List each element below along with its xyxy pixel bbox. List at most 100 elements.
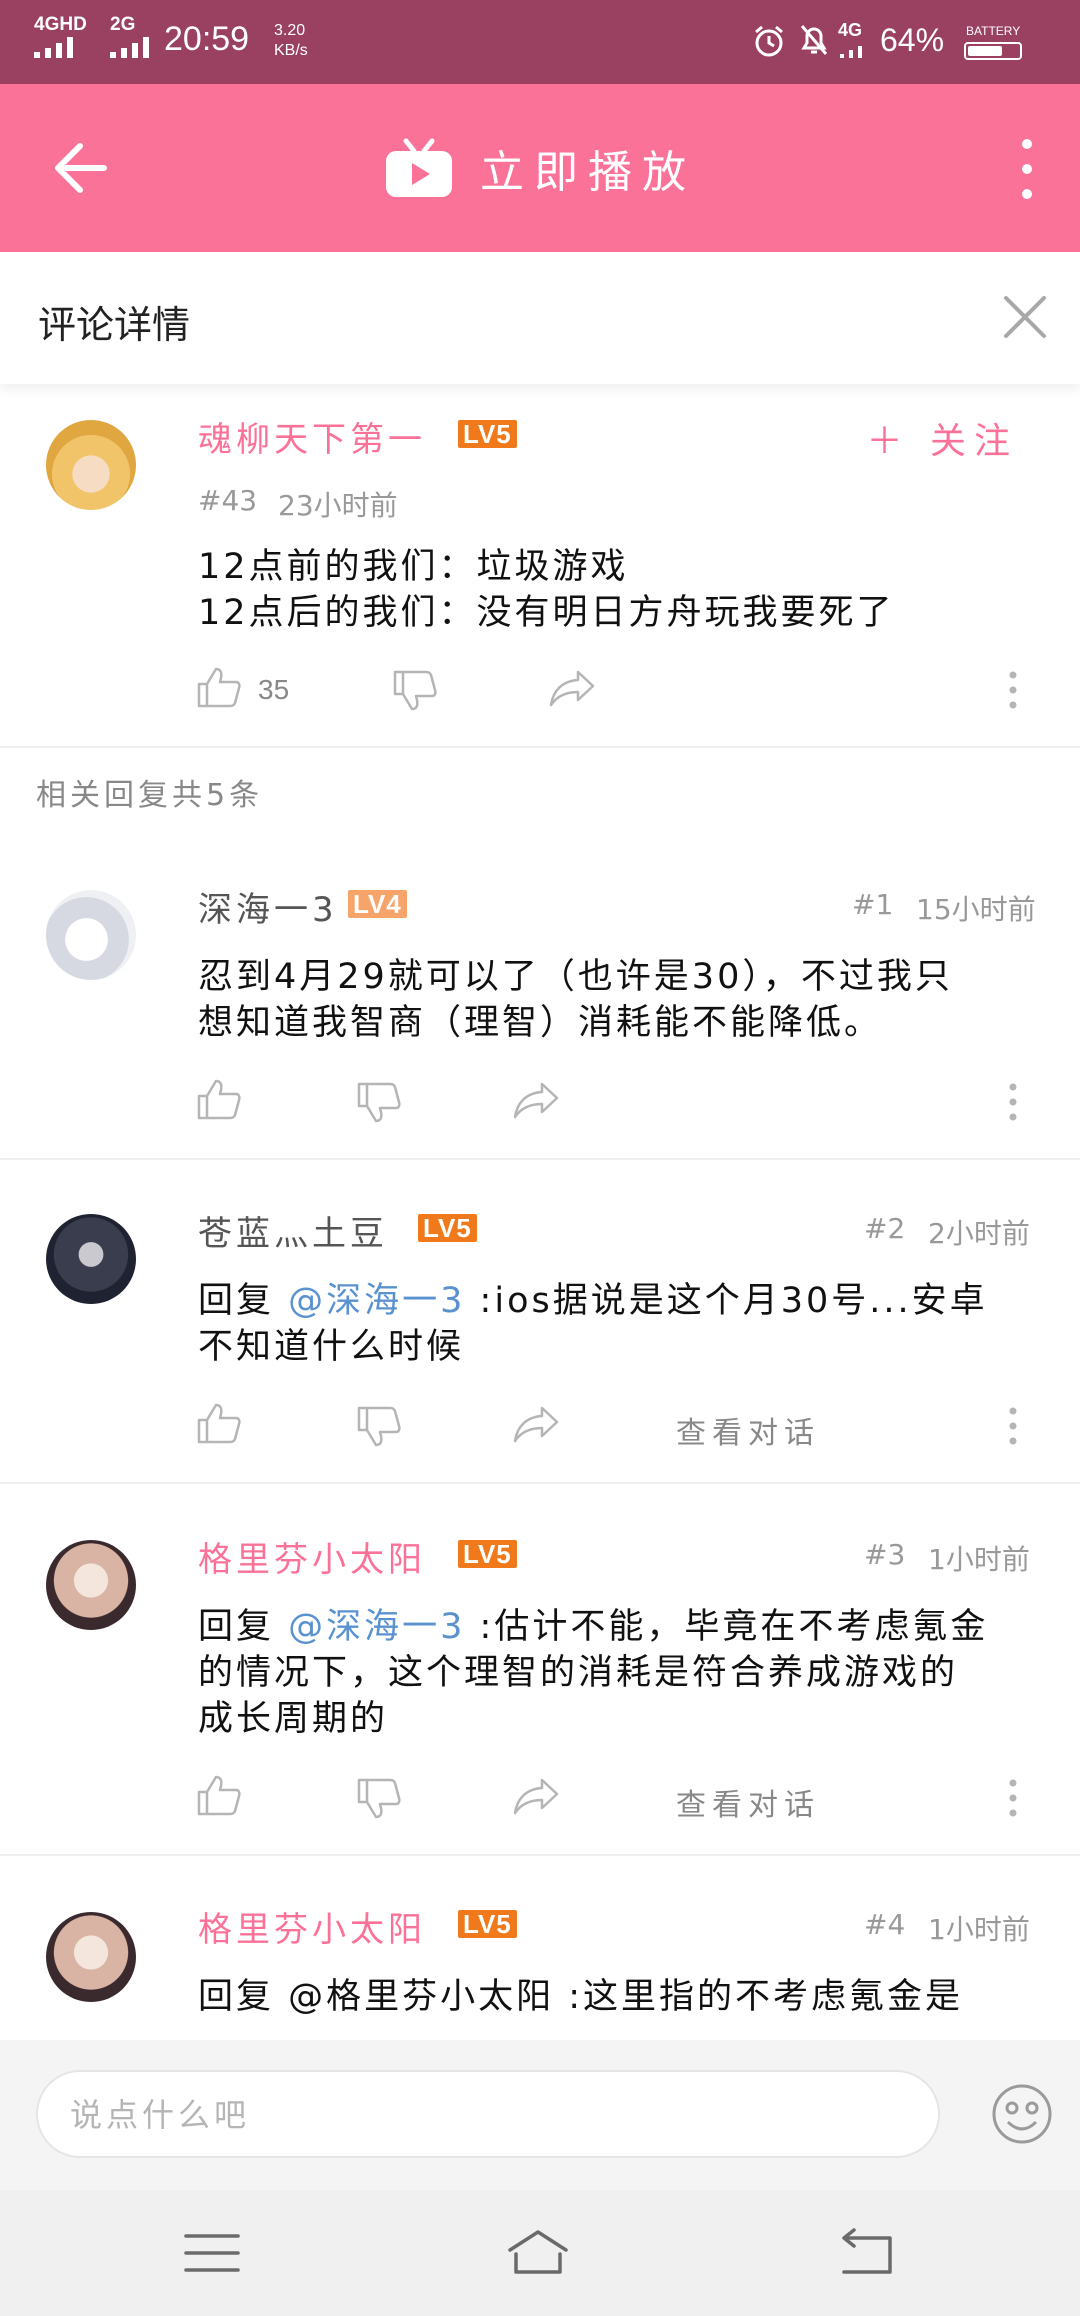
more-options-icon[interactable] <box>1008 670 1018 710</box>
comment-line: 12点后的我们：没有明日方舟玩我要死了 <box>198 593 895 633</box>
reply-line: :ios据说是这个月30号...安卓 <box>465 1281 988 1321</box>
mute-bell-icon <box>800 25 828 55</box>
clock: 20:59 <box>164 20 250 58</box>
replies-count-header: 相关回复共5条 <box>36 778 264 813</box>
section-title: 评论详情 <box>38 303 191 347</box>
reply-line: 成长周期的 <box>198 1699 389 1739</box>
comment-list[interactable]: 魂柳天下第一 LV5 ＋ 关注 #43 23小时前 12点前的我们：垃圾游戏 1… <box>0 384 1080 2040</box>
network-indicator-4g: 4GHD <box>34 14 87 35</box>
thumbs-down-icon[interactable] <box>356 1406 402 1448</box>
home-icon[interactable] <box>506 2228 570 2278</box>
reply-time: 2小时前 <box>928 1217 1030 1250</box>
reply-line: :估计不能，毕竟在不考虑氪金 <box>465 1607 989 1647</box>
share-icon[interactable] <box>512 1404 560 1444</box>
play-now-button[interactable]: 立即播放 <box>0 84 1080 252</box>
reply-line: 忍到4月29就可以了（也许是30），不过我只 <box>198 957 953 997</box>
signal-icon-2 <box>110 36 149 58</box>
view-conversation-link[interactable]: 查看对话 <box>676 1780 820 1824</box>
battery-percent: 64% <box>880 22 945 58</box>
comment-input-pill[interactable] <box>36 2070 940 2158</box>
reply-prefix: 回复 <box>198 1281 289 1321</box>
level-badge: LV5 <box>458 420 517 448</box>
thumbs-up-icon[interactable] <box>196 1402 242 1444</box>
level-badge: LV4 <box>348 890 407 918</box>
reply-line: 想知道我智商（理智）消耗能不能降低。 <box>198 1003 883 1043</box>
menu-icon[interactable] <box>180 2228 244 2278</box>
thumbs-up-icon[interactable] <box>196 1774 242 1816</box>
share-icon[interactable] <box>512 1080 560 1120</box>
net-speed-unit: KB/s <box>274 42 308 59</box>
reply-line: 的情况下，这个理智的消耗是符合养成游戏的 <box>198 1653 959 1693</box>
reply-time: 1小时前 <box>928 1913 1030 1946</box>
floor-number: #4 <box>864 1908 906 1941</box>
level-badge: LV5 <box>418 1214 477 1242</box>
floor-number: #3 <box>864 1538 906 1571</box>
system-nav-bar <box>0 2190 1080 2316</box>
close-icon[interactable] <box>1000 292 1050 342</box>
username[interactable]: 苍蓝灬土豆 <box>198 1206 388 1255</box>
reply-text: 忍到4月29就可以了（也许是30），不过我只 想知道我智商（理智）消耗能不能降低… <box>198 954 1048 1046</box>
signal-icon-3 <box>840 42 862 58</box>
divider <box>0 1854 1080 1856</box>
comment-time: 23小时前 <box>278 489 398 522</box>
thumbs-down-icon[interactable] <box>356 1082 402 1124</box>
reply-line: 回复 @格里芬小太阳 :这里指的不考虑氪金是 <box>198 1977 964 2017</box>
avatar[interactable] <box>46 1540 136 1630</box>
reply-text: 回复 @格里芬小太阳 :这里指的不考虑氪金是 <box>198 1974 1048 2020</box>
share-icon[interactable] <box>512 1776 560 1816</box>
view-conversation-link[interactable]: 查看对话 <box>676 1408 820 1452</box>
net-speed-value: 3.20 <box>274 22 306 39</box>
comment-detail-header: 评论详情 <box>0 252 1080 384</box>
share-icon[interactable] <box>548 668 596 708</box>
username[interactable]: 魂柳天下第一 <box>198 412 426 461</box>
reply-time: 15小时前 <box>916 893 1036 926</box>
level-badge: LV5 <box>458 1540 517 1568</box>
reply-prefix: 回复 <box>198 1607 289 1647</box>
reply-text: 回复 @深海一3 :ios据说是这个月30号...安卓 不知道什么时候 <box>198 1278 1048 1370</box>
reply-text: 回复 @深海一3 :估计不能，毕竟在不考虑氪金 的情况下，这个理智的消耗是符合养… <box>198 1604 1048 1742</box>
app-title: 立即播放 <box>480 147 696 198</box>
tv-logo-icon <box>386 138 452 197</box>
mention-link[interactable]: @深海一3 <box>288 1281 465 1321</box>
comment-input-bar <box>0 2040 1080 2190</box>
more-vertical-icon[interactable] <box>1012 134 1042 204</box>
avatar[interactable] <box>46 890 136 980</box>
floor-number: #43 <box>198 484 258 517</box>
avatar[interactable] <box>46 1214 136 1304</box>
username[interactable]: 深海一3 <box>198 882 338 931</box>
divider <box>0 1482 1080 1484</box>
follow-button[interactable]: ＋ 关注 <box>867 412 1018 464</box>
divider <box>0 746 1080 748</box>
comment-line: 12点前的我们：垃圾游戏 <box>198 547 629 587</box>
thumbs-down-icon[interactable] <box>392 670 438 712</box>
avatar[interactable] <box>46 420 136 510</box>
more-options-icon[interactable] <box>1008 1082 1018 1122</box>
username[interactable]: 格里芬小太阳 <box>198 1532 426 1581</box>
app-bar: 立即播放 <box>0 84 1080 252</box>
emoji-icon[interactable] <box>990 2082 1054 2146</box>
thumbs-up-icon[interactable] <box>196 1078 242 1120</box>
signal-icon-1 <box>34 36 73 58</box>
comment-text: 12点前的我们：垃圾游戏 12点后的我们：没有明日方舟玩我要死了 <box>198 544 1048 636</box>
reply-time: 1小时前 <box>928 1543 1030 1576</box>
thumbs-down-icon[interactable] <box>356 1778 402 1820</box>
comment-input[interactable] <box>68 2072 912 2158</box>
back-icon[interactable] <box>834 2228 898 2278</box>
thumbs-up-icon[interactable] <box>196 666 242 708</box>
battery-label: BATTERY <box>966 24 1021 38</box>
reply-line: 不知道什么时候 <box>198 1327 465 1367</box>
level-badge: LV5 <box>458 1910 517 1938</box>
battery-icon <box>964 42 1022 60</box>
network-indicator-4g-2: 4G <box>838 20 863 40</box>
network-indicator-2g: 2G <box>110 14 136 35</box>
more-options-icon[interactable] <box>1008 1778 1018 1818</box>
more-options-icon[interactable] <box>1008 1406 1018 1446</box>
divider <box>0 1158 1080 1160</box>
floor-number: #2 <box>864 1212 906 1245</box>
alarm-icon <box>755 25 783 57</box>
username[interactable]: 格里芬小太阳 <box>198 1902 426 1951</box>
avatar[interactable] <box>46 1912 136 2002</box>
mention-link[interactable]: @深海一3 <box>288 1607 465 1647</box>
status-bar: 4GHD 2G 20:59 3.20 KB/s 4G 64% BATTERY <box>0 0 1080 84</box>
floor-number: #1 <box>852 888 894 921</box>
